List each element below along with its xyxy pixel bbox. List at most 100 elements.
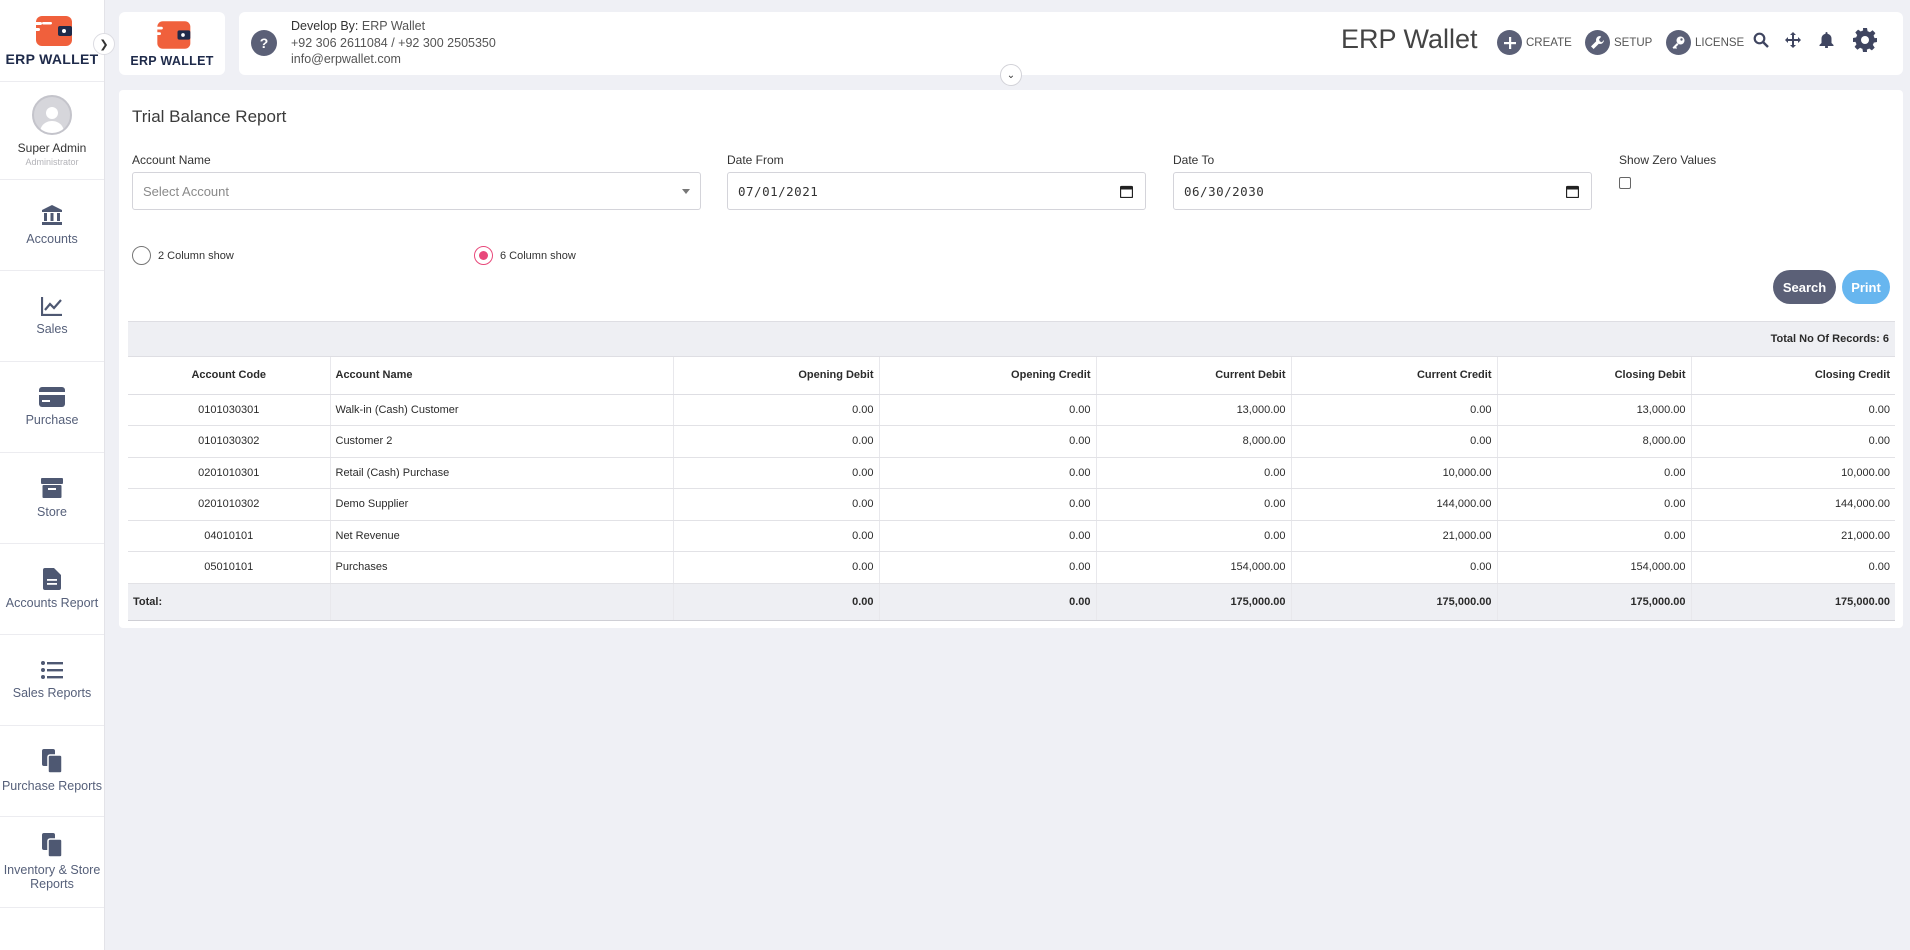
sidebar-item-purchase[interactable]: Purchase <box>0 362 104 453</box>
cell-opening-debit: 0.00 <box>673 425 880 458</box>
date-to-label: Date To <box>1173 153 1215 167</box>
account-select-placeholder: Select Account <box>143 183 229 199</box>
date-to-value: 06/30/2030 <box>1184 183 1265 199</box>
license-button[interactable]: LICENSE <box>1666 30 1744 55</box>
cell-closing-credit: 0.00 <box>1691 394 1895 426</box>
column-header[interactable]: Closing Debit <box>1497 357 1692 395</box>
radio-2-column-label: 2 Column show <box>158 249 234 262</box>
sidebar-item-label: Accounts Report <box>5 596 99 610</box>
chevron-right-icon: ❯ <box>99 38 109 51</box>
column-header[interactable]: Closing Credit <box>1691 357 1895 395</box>
cell-account-code: 0101030301 <box>128 394 331 426</box>
radio-2-column[interactable]: 2 Column show <box>132 246 234 265</box>
license-label: LICENSE <box>1695 36 1745 49</box>
create-button[interactable]: CREATE <box>1497 30 1572 55</box>
move-arrows-icon[interactable] <box>1785 32 1801 48</box>
cell-opening-debit: 0.00 <box>673 457 880 489</box>
sidebar: ERP WALLET Super Admin Administrator Acc… <box>0 0 105 950</box>
help-icon[interactable]: ? <box>251 30 277 56</box>
total-closing-credit: 175,000.00 <box>1691 583 1895 621</box>
top-header: ? Develop By: ERP Wallet +92 306 2611084… <box>239 12 1903 75</box>
sidebar-item-store[interactable]: Store <box>0 453 104 544</box>
avatar <box>32 94 72 135</box>
cell-closing-credit: 144,000.00 <box>1691 488 1895 521</box>
cell-closing-debit: 154,000.00 <box>1497 551 1692 584</box>
total-current-credit: 175,000.00 <box>1291 583 1498 621</box>
sidebar-toggle-button[interactable]: ❯ <box>93 33 115 55</box>
sidebar-item-purchase-reports[interactable]: Purchase Reports <box>0 726 104 817</box>
sidebar-item-accounts-report[interactable]: Accounts Report <box>0 544 104 635</box>
cell-closing-debit: 13,000.00 <box>1497 394 1692 426</box>
total-opening-debit: 0.00 <box>673 583 880 621</box>
user-profile[interactable]: Super Admin Administrator <box>0 82 104 180</box>
cell-opening-debit: 0.00 <box>673 394 880 426</box>
column-header[interactable]: Opening Credit <box>879 357 1097 395</box>
header-expand-button[interactable]: ⌄ <box>1000 64 1022 86</box>
column-header[interactable]: Opening Debit <box>673 357 880 395</box>
sidebar-item-label: Store <box>37 505 67 519</box>
logo-text: ERP WALLET <box>130 54 214 68</box>
cell-closing-credit: 10,000.00 <box>1691 457 1895 489</box>
cell-account-name: Net Revenue <box>330 520 674 552</box>
radio-button[interactable] <box>132 246 151 265</box>
column-header[interactable]: Account Code <box>128 357 331 395</box>
sidebar-logo[interactable]: ERP WALLET <box>0 0 104 82</box>
search-icon[interactable] <box>1753 32 1769 48</box>
cell-current-credit: 0.00 <box>1291 394 1498 426</box>
sidebar-item-accounts[interactable]: Accounts <box>0 180 104 271</box>
column-header[interactable]: Current Credit <box>1291 357 1498 395</box>
column-header[interactable]: Current Debit <box>1096 357 1292 395</box>
cell-account-code: 0201010302 <box>128 488 331 521</box>
cell-current-credit: 10,000.00 <box>1291 457 1498 489</box>
setup-button[interactable]: SETUP <box>1585 30 1652 55</box>
table-row[interactable]: 04010101 Net Revenue 0.00 0.00 0.00 21,0… <box>128 520 1895 552</box>
cell-account-name: Customer 2 <box>330 425 674 458</box>
table-row[interactable]: 0201010302 Demo Supplier 0.00 0.00 0.00 … <box>128 488 1895 521</box>
date-from-value: 07/01/2021 <box>738 183 819 199</box>
cell-opening-credit: 0.00 <box>879 457 1097 489</box>
cell-current-debit: 13,000.00 <box>1096 394 1292 426</box>
sidebar-item-sales-reports[interactable]: Sales Reports <box>0 635 104 726</box>
cell-opening-credit: 0.00 <box>879 488 1097 521</box>
table-row[interactable]: 0101030302 Customer 2 0.00 0.00 8,000.00… <box>128 425 1895 458</box>
account-select[interactable]: Select Account <box>132 172 701 210</box>
radio-button[interactable] <box>474 246 493 265</box>
search-button[interactable]: Search <box>1773 270 1836 304</box>
dev-prefix: Develop By: <box>291 19 359 33</box>
sidebar-item-inventory-store-reports[interactable]: Inventory & Store Reports <box>0 817 104 908</box>
radio-6-column[interactable]: 6 Column show <box>474 246 576 265</box>
chart-line-icon <box>41 297 62 316</box>
copy-icon <box>42 749 62 773</box>
cell-account-name: Walk-in (Cash) Customer <box>330 394 674 426</box>
list-icon <box>41 661 63 679</box>
table-row[interactable]: 0101030301 Walk-in (Cash) Customer 0.00 … <box>128 394 1895 426</box>
developer-info: Develop By: ERP Wallet +92 306 2611084 /… <box>291 18 496 68</box>
bell-icon[interactable] <box>1819 32 1834 48</box>
cell-closing-debit: 8,000.00 <box>1497 425 1692 458</box>
sidebar-item-label: Sales <box>36 322 68 336</box>
table-row[interactable]: 05010101 Purchases 0.00 0.00 154,000.00 … <box>128 551 1895 584</box>
calendar-icon[interactable] <box>1120 185 1133 198</box>
table-row[interactable]: 0201010301 Retail (Cash) Purchase 0.00 0… <box>128 457 1895 489</box>
archive-box-icon <box>41 478 63 498</box>
sidebar-item-sales[interactable]: Sales <box>0 271 104 362</box>
cell-closing-credit: 21,000.00 <box>1691 520 1895 552</box>
user-role: Administrator <box>25 156 79 167</box>
calendar-icon[interactable] <box>1566 185 1579 198</box>
cell-opening-debit: 0.00 <box>673 551 880 584</box>
cell-closing-credit: 0.00 <box>1691 551 1895 584</box>
key-icon <box>1666 30 1691 55</box>
show-zero-checkbox[interactable] <box>1619 177 1631 189</box>
plus-icon <box>1497 30 1522 55</box>
print-button[interactable]: Print <box>1842 270 1890 304</box>
cell-current-credit: 21,000.00 <box>1291 520 1498 552</box>
cell-current-credit: 144,000.00 <box>1291 488 1498 521</box>
gear-icon[interactable] <box>1853 28 1877 52</box>
date-from-input[interactable]: 07/01/2021 <box>727 172 1146 210</box>
cell-current-credit: 0.00 <box>1291 425 1498 458</box>
column-header[interactable]: Account Name <box>330 357 674 395</box>
date-to-input[interactable]: 06/30/2030 <box>1173 172 1592 210</box>
cell-account-name: Retail (Cash) Purchase <box>330 457 674 489</box>
total-closing-debit: 175,000.00 <box>1497 583 1692 621</box>
header-logo[interactable]: ERP WALLET <box>119 12 225 75</box>
